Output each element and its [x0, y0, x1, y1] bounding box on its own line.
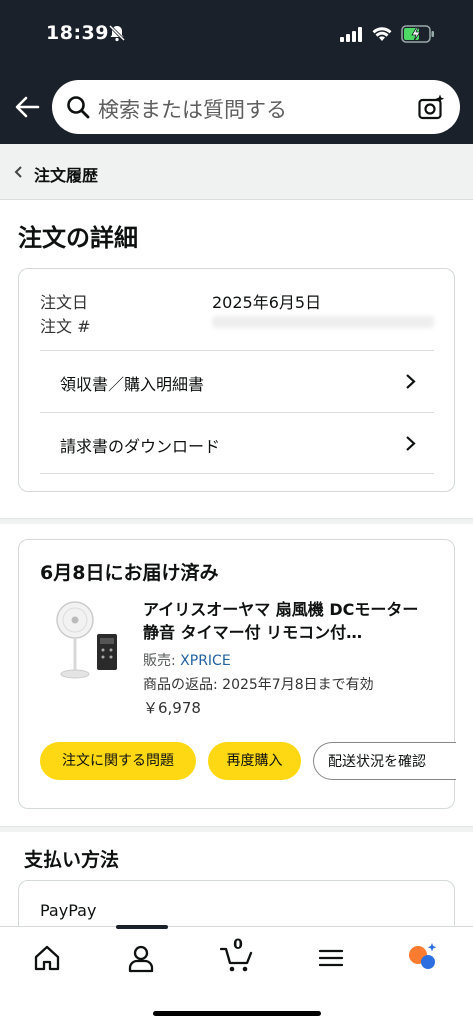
status-bar: 18:39 — [0, 0, 473, 72]
page-title: 注文の詳細 — [18, 224, 138, 252]
search-input[interactable]: 検索または質問する — [52, 80, 460, 134]
payment-method: PayPay — [40, 901, 97, 920]
seller-info: 販売: XPRICE — [143, 650, 231, 670]
order-date-value: 2025年6月5日 — [212, 293, 322, 312]
status-time: 18:39 — [46, 22, 109, 44]
buy-again-button[interactable]: 再度購入 — [208, 742, 301, 780]
menu-icon[interactable] — [316, 943, 346, 973]
delivery-card: 6月8日にお届け済み アイリスオーヤマ 扇風機 DCモーター 静音 タイマー付 … — [18, 539, 456, 809]
chevron-right-icon — [406, 374, 416, 389]
bottom-tab-bar: 0 — [0, 925, 473, 1024]
order-problem-button[interactable]: 注文に関する問題 — [40, 742, 196, 780]
active-tab-indicator — [116, 925, 168, 929]
seller-label: 販売: — [143, 653, 176, 669]
account-icon[interactable] — [126, 943, 156, 973]
chevron-right-icon — [406, 436, 416, 451]
breadcrumb-label: 注文履歴 — [34, 166, 99, 185]
camera-sparkle-icon[interactable] — [418, 94, 445, 121]
cellular-signal-icon — [340, 27, 362, 42]
invoice-download-label: 請求書のダウンロード — [60, 437, 221, 456]
rufus-assistant-icon[interactable] — [406, 941, 440, 975]
breadcrumb[interactable]: 注文履歴 — [0, 144, 473, 200]
order-number-label: 注文 # — [40, 317, 91, 336]
order-info-card: 注文日 2025年6月5日 注文 # 領収書／購入明細書 請求書のダウンロード — [18, 268, 455, 492]
cart-icon[interactable] — [220, 943, 254, 973]
battery-charging-icon — [401, 25, 434, 43]
wifi-icon — [372, 27, 392, 41]
receipt-row-label: 領収書／購入明細書 — [60, 375, 205, 394]
product-price: ￥6,978 — [143, 699, 201, 717]
order-date-label: 注文日 — [40, 293, 89, 312]
section-divider — [0, 518, 473, 524]
payment-heading: 支払い方法 — [24, 849, 120, 871]
chevron-left-icon — [14, 166, 22, 178]
search-header: 検索または質問する — [0, 72, 473, 144]
home-icon[interactable] — [32, 943, 62, 973]
track-package-button[interactable]: 配送状況を確認 — [313, 742, 456, 780]
search-placeholder: 検索または質問する — [98, 98, 287, 122]
return-policy-text: 商品の返品: 2025年7月8日まで有効 — [143, 677, 374, 693]
product-image[interactable] — [53, 596, 123, 682]
seller-link[interactable]: XPRICE — [180, 653, 231, 669]
receipt-row[interactable]: 領収書／購入明細書 — [40, 350, 434, 412]
search-icon — [67, 96, 90, 119]
section-divider — [0, 826, 473, 832]
home-indicator — [153, 1011, 321, 1016]
invoice-download-row[interactable]: 請求書のダウンロード — [40, 412, 434, 474]
delivery-status-heading: 6月8日にお届け済み — [40, 562, 219, 584]
back-arrow-icon[interactable] — [14, 94, 40, 120]
bell-muted-icon — [108, 24, 126, 42]
product-title[interactable]: アイリスオーヤマ 扇風機 DCモーター 静音 タイマー付 リモコン付… — [143, 598, 439, 644]
order-number-redacted — [212, 316, 434, 328]
